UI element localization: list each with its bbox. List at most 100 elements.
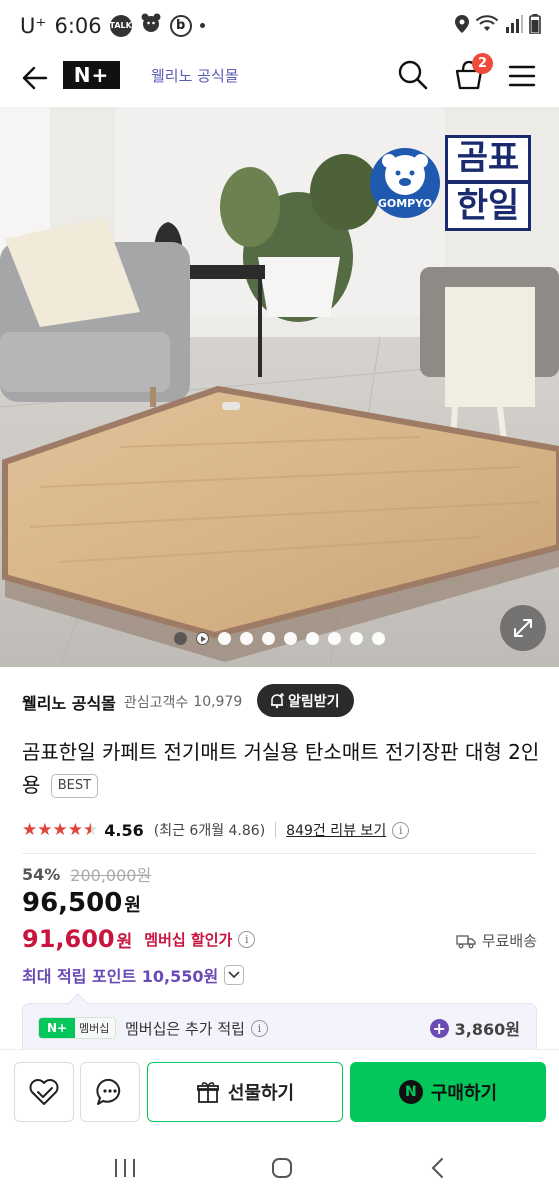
expand-image-button[interactable] [500,605,546,651]
signal-icon [506,15,523,33]
carousel-dot[interactable] [350,632,363,645]
naver-plus-logo[interactable]: N+ [63,61,120,89]
carousel-dot[interactable] [218,632,231,645]
notify-button[interactable]: 알림받기 [257,684,354,717]
product-title-block: 곰표한일 카페트 전기매트 거실용 탄소매트 전기장판 대형 2인용 BEST [22,736,542,802]
carousel-dot[interactable] [174,632,187,645]
carousel-dots [0,632,559,645]
review-link[interactable]: 849건 리뷰 보기 [286,820,386,840]
notification-dot-icon [199,23,205,28]
fan-label: 관심고객수 [123,695,189,711]
like-button[interactable] [14,1062,74,1122]
sale-price: 96,500 [22,888,123,918]
member-price: 91,600 [22,925,115,953]
info-icon[interactable]: i [238,930,256,948]
points-row[interactable]: 최대 적립 포인트 10,550원 [22,962,245,988]
naver-n-icon: N [398,1080,423,1104]
membership-text: 멤버십은 추가 적립 [125,1020,245,1038]
truck-icon [456,934,476,948]
hamburger-menu-icon [508,65,536,87]
carousel-dot[interactable] [372,632,385,645]
battery-icon [529,14,541,34]
best-badge: BEST [50,774,99,798]
recent-apps-icon [115,1159,135,1177]
expand-icon [514,619,532,637]
carrier-label: U⁺ [20,13,47,38]
app-header: N+ 웰리노 공식몰 2 [0,50,559,106]
shipping-info: 무료배송 [456,930,537,951]
info-icon[interactable]: i [250,1020,268,1037]
dog-icon [140,12,162,39]
carousel-dot[interactable] [284,632,297,645]
b-icon: b [169,14,192,37]
price-row: 96,500 원 [22,888,141,918]
status-bar: U⁺ 6:06 TALK b [0,0,559,50]
notify-label: 알림받기 [288,693,340,710]
carousel-dot[interactable] [306,632,319,645]
chat-bubble-icon [96,1078,121,1105]
product-image-carousel[interactable]: GOMPYO 곰표 한일 [0,107,559,667]
recent-rating: (최근 6개월 4.86) [153,823,266,839]
buy-button[interactable]: N 구매하기 [350,1062,546,1122]
search-button[interactable] [396,58,430,92]
carousel-dot[interactable] [240,632,253,645]
membership-badge-label: 멤버십 [79,1022,110,1035]
chevron-left-icon [432,1158,443,1178]
discount-row: 54% 200,000원 [22,862,151,886]
rating-value: 4.56 [104,820,144,840]
carousel-dot-video[interactable] [196,632,209,645]
status-right [455,14,541,34]
brand-badge: GOMPYO 곰표 한일 [368,135,534,231]
buy-label: 구매하기 [430,1083,498,1104]
member-price-label: 멤버십 할인가 [144,930,233,949]
talk-button[interactable] [80,1062,140,1122]
play-icon [200,635,206,642]
rating-row: ★ ★ ★ ★ ★ 4.56 (최근 6개월 4.86) 849건 리뷰 보기 … [22,818,552,842]
system-back-button[interactable] [426,1156,450,1180]
clock: 6:06 [54,13,102,38]
carousel-dot[interactable] [262,632,275,645]
divider [275,822,277,838]
gift-label: 선물하기 [227,1083,295,1104]
system-nav-bar [0,1134,559,1200]
points-expand-button[interactable] [224,965,245,985]
membership-points: + 3,860원 [429,1016,520,1040]
back-button[interactable] [18,62,50,94]
recent-apps-button[interactable] [112,1156,138,1180]
star-icon: ★ [22,820,38,840]
store-name[interactable]: 웰리노 공식몰 [22,690,116,714]
heart-check-icon [29,1079,59,1105]
info-icon[interactable]: i [392,821,410,839]
member-price-row: 91,600 원 멤버십 할인가 i 무료배송 [22,922,542,956]
brand-sub: GOMPYO [377,197,433,210]
chevron-down-icon [228,971,240,979]
carousel-dot[interactable] [328,632,341,645]
location-icon [455,15,469,33]
naver-plus-badge-logo: N+ [39,1018,75,1038]
gift-button[interactable]: 선물하기 [147,1062,343,1122]
price-unit: 원 [124,895,141,916]
discount-percent: 54% [22,864,61,884]
status-left: U⁺ 6:06 TALK b [20,12,205,39]
home-button[interactable] [270,1156,294,1180]
half-star-icon: ★ [83,820,99,840]
wifi-icon [475,15,499,31]
membership-text-row: 멤버십은 추가 적립 i [125,1018,268,1039]
bottom-action-bar: 선물하기 N 구매하기 [0,1049,559,1133]
original-price: 200,000원 [70,866,152,885]
brand-text-bottom: 한일 [456,186,520,226]
store-row: 웰리노 공식몰 관심고객수 10,979 알림받기 [22,684,542,720]
membership-badge: N+ 멤버십 [38,1017,116,1039]
product-title: 곰표한일 카페트 전기매트 거실용 탄소매트 전기장판 대형 2인용 [22,740,540,797]
home-icon [272,1158,292,1178]
talk-icon: TALK [109,14,132,37]
member-price-unit: 원 [116,931,133,952]
box-caret [68,993,88,1013]
menu-button[interactable] [506,60,538,92]
rating-stars: ★ ★ ★ ★ ★ [22,820,98,840]
max-points: 최대 적립 포인트 10,550원 [22,967,219,986]
search-icon [398,60,428,90]
membership-points-value: 3,860원 [454,1020,520,1039]
divider [22,853,537,854]
header-store-name[interactable]: 웰리노 공식몰 [151,65,239,86]
